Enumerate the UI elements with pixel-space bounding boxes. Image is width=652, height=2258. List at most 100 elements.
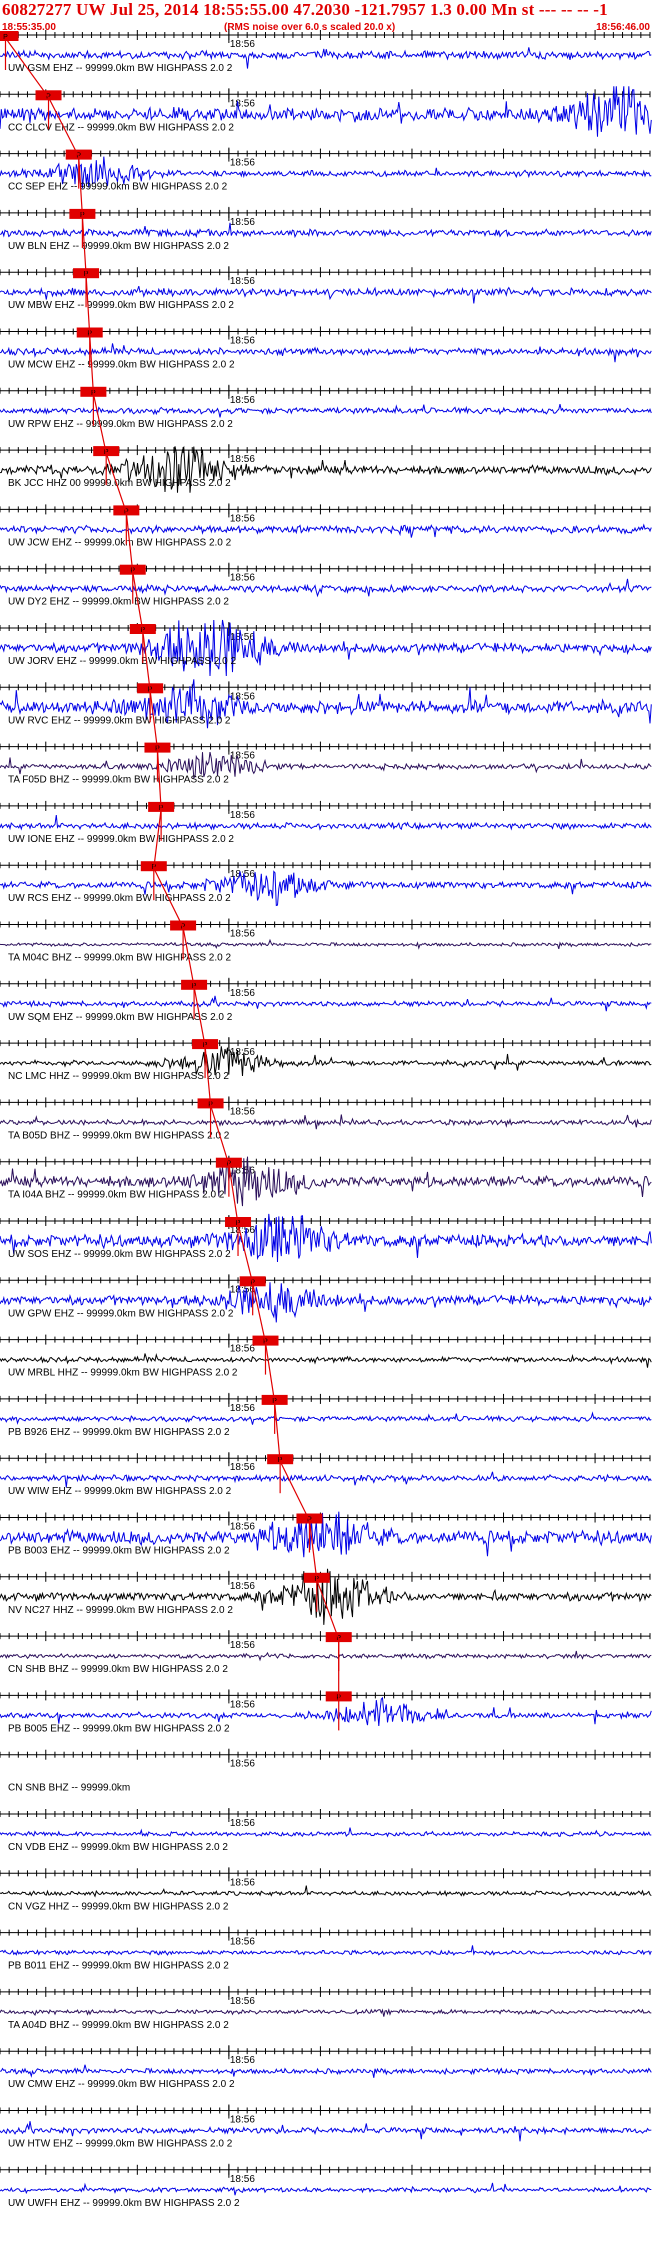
trace-25: 18:56 PB B003 EHZ -- 99999.0km BW HIGHPAS… bbox=[0, 1511, 652, 1558]
minute-tick-label: 18:56 bbox=[230, 2055, 255, 2066]
trace-9: 18:56 UW DY2 EHZ -- 99999.0km BW HIGHPASS… bbox=[0, 562, 652, 608]
minute-tick-label: 18:56 bbox=[230, 217, 255, 228]
waveform bbox=[0, 2008, 652, 2017]
waveform bbox=[0, 1411, 652, 1425]
waveform bbox=[0, 1114, 652, 1130]
waveform bbox=[0, 222, 652, 239]
channel-label: UW HTW EHZ -- 99999.0km BW HIGHPASS 2.0 … bbox=[8, 2139, 233, 2150]
minute-tick-label: 18:56 bbox=[230, 1462, 255, 1473]
minute-tick-label: 18:56 bbox=[230, 98, 255, 109]
trace-3: 18:56 UW BLN EHZ -- 99999.0km BW HIGHPASS… bbox=[0, 206, 652, 252]
channel-label: PB B011 EHZ -- 99999.0km BW HIGHPASS 2.0… bbox=[8, 1961, 229, 1972]
minute-tick-label: 18:56 bbox=[230, 39, 255, 50]
waveform bbox=[0, 1945, 652, 1956]
minute-tick-label: 18:56 bbox=[230, 513, 255, 524]
trace-33: 18:56 TA A04D BHZ -- 99999.0km BW HIGHPAS… bbox=[0, 1985, 652, 2031]
minute-tick-label: 18:56 bbox=[230, 1818, 255, 1829]
trace-36: 18:56 UW UWFH EHZ -- 99999.0km BW HIGHPAS… bbox=[0, 2163, 652, 2209]
channel-label: CN SNB BHZ -- 99999.0km bbox=[8, 1783, 130, 1794]
minute-tick-label: 18:56 bbox=[230, 454, 255, 465]
minute-tick-label: 18:56 bbox=[230, 691, 255, 702]
trace-21: 18:56UW GPW EHZ -- 99999.0km BW HIGHPASS… bbox=[0, 1274, 652, 1323]
channel-label: UW WIW EHZ -- 99999.0km BW HIGHPASS 2.0 … bbox=[8, 1486, 232, 1497]
channel-label: TA M04C BHZ -- 99999.0km BW HIGHPASS 2.0… bbox=[8, 953, 231, 964]
trace-35: 18:56 UW HTW EHZ -- 99999.0km BW HIGHPASS… bbox=[0, 2104, 652, 2150]
channel-label: CN VGZ HHZ -- 99999.0km BW HIGHPASS 2.0 … bbox=[8, 1901, 229, 1912]
minute-tick-label: 18:56 bbox=[230, 158, 255, 169]
trace-2: 18:56 CC SEP EHZ -- 99999.0km BW HIGHPASS… bbox=[0, 147, 652, 193]
channel-label: TA A04D BHZ -- 99999.0km BW HIGHPASS 2.0… bbox=[8, 2020, 229, 2031]
minute-tick-label: 18:56 bbox=[230, 1581, 255, 1592]
trace-19: 18:56TA I04A BHZ -- 99999.0km BW HIGHPAS… bbox=[0, 1155, 652, 1207]
minute-tick-label: 18:56 bbox=[230, 276, 255, 287]
minute-tick-label: 18:56 bbox=[230, 810, 255, 821]
trace-29: 18:56 CN SNB BHZ -- 99999.0km bbox=[0, 1748, 651, 1794]
channel-label: PB B005 EHZ -- 99999.0km BW HIGHPASS 2.0… bbox=[8, 1723, 230, 1734]
channel-label: CN VDB EHZ -- 99999.0km BW HIGHPASS 2.0 … bbox=[8, 1842, 228, 1853]
trace-4: 18:56 UW MBW EHZ -- 99999.0km BW HIGHPASS… bbox=[0, 266, 652, 311]
minute-tick-label: 18:56 bbox=[230, 1699, 255, 1710]
channel-label: UW DY2 EHZ -- 99999.0km BW HIGHPASS 2.0 … bbox=[8, 597, 229, 608]
waveform bbox=[0, 938, 652, 950]
trace-8: 18:56 UW JCW EHZ -- 99999.0km BW HIGHPASS… bbox=[0, 503, 652, 548]
minute-tick-label: 18:56 bbox=[230, 1344, 255, 1355]
channel-label: UW RVC EHZ -- 99999.0km BW HIGHPASS 2.0 … bbox=[8, 715, 231, 726]
channel-label: UW MCW EHZ -- 99999.0km BW HIGHPASS 2.0 … bbox=[8, 360, 235, 371]
channel-label: TA F05D BHZ -- 99999.0km BW HIGHPASS 2.0… bbox=[8, 775, 229, 786]
trace-16: 18:56UW SQM EHZ -- 99999.0km BW HIGHPASS… bbox=[0, 977, 652, 1023]
trace-12: 18:56 TA F05D BHZ -- 99999.0km BW HIGHPAS… bbox=[0, 740, 652, 786]
trace-26: 18:56 NV NC27 HHZ -- 99999.0km BW HIGHPAS… bbox=[0, 1568, 652, 1625]
channel-label: BK JCC HHZ 00 99999.0km BW HIGHPASS 2.0 … bbox=[8, 478, 231, 489]
moveout-line bbox=[5, 37, 340, 1699]
minute-tick-label: 18:56 bbox=[230, 1937, 255, 1948]
trace-13: 18:56 UW IONE EHZ -- 99999.0km BW HIGHPAS… bbox=[0, 799, 652, 845]
channel-label: PB B003 EHZ -- 99999.0km BW HIGHPASS 2.0… bbox=[8, 1546, 230, 1557]
minute-tick-label: 18:56 bbox=[230, 1996, 255, 2007]
trace-27: 18:56 CN SHB BHZ -- 99999.0km BW HIGHPASS… bbox=[0, 1630, 652, 1675]
channel-label: CN SHB BHZ -- 99999.0km BW HIGHPASS 2.0 … bbox=[8, 1664, 228, 1675]
channel-label: UW BLN EHZ -- 99999.0km BW HIGHPASS 2.0 … bbox=[8, 241, 229, 252]
channel-label: UW GSM EHZ -- 99999.0km BW HIGHPASS 2.0 … bbox=[8, 63, 233, 74]
channel-label: NV NC27 HHZ -- 99999.0km BW HIGHPASS 2.0… bbox=[8, 1605, 233, 1616]
minute-tick-label: 18:56 bbox=[230, 1759, 255, 1770]
channel-label: UW UWFH EHZ -- 99999.0km BW HIGHPASS 2.0… bbox=[8, 2198, 240, 2209]
channel-label: PB B926 EHZ -- 99999.0km BW HIGHPASS 2.0… bbox=[8, 1427, 230, 1438]
channel-label: UW RCS EHZ -- 99999.0km BW HIGHPASS 2.0 … bbox=[8, 893, 231, 904]
trace-18: 18:56 TA B05D BHZ -- 99999.0km BW HIGHPAS… bbox=[0, 1096, 652, 1141]
trace-0: 18:56 UW GSM EHZ -- 99999.0km BW HIGHPASS… bbox=[0, 29, 652, 74]
minute-tick-label: 18:56 bbox=[230, 751, 255, 762]
minute-tick-label: 18:56 bbox=[230, 929, 255, 940]
waveform bbox=[0, 1352, 652, 1368]
channel-label: UW MRBL HHZ -- 99999.0km BW HIGHPASS 2.0… bbox=[8, 1368, 238, 1379]
waveform bbox=[0, 578, 652, 598]
waveform bbox=[0, 2182, 652, 2196]
channel-label: CC CLCV EHZ -- 99999.0km BW HIGHPASS 2.0… bbox=[8, 122, 234, 133]
channel-label: UW RPW EHZ -- 99999.0km BW HIGHPASS 2.0 … bbox=[8, 419, 233, 430]
minute-tick-label: 18:56 bbox=[230, 1640, 255, 1651]
trace-20: 18:56UW SOS EHZ -- 99999.0km BW HIGHPASS… bbox=[0, 1213, 652, 1263]
channel-label: NC LMC HHZ -- 99999.0km BW HIGHPASS 2.0 … bbox=[8, 1071, 229, 1082]
trace-31: 18:56 CN VGZ HHZ -- 99999.0km BW HIGHPASS… bbox=[0, 1867, 652, 1912]
channel-label: UW IONE EHZ -- 99999.0km BW HIGHPASS 2.0… bbox=[8, 834, 234, 845]
trace-11: 18:56 UW RVC EHZ -- 99999.0km BW HIGHPASS… bbox=[0, 679, 652, 729]
waveform bbox=[0, 1696, 652, 1727]
trace-1: 18:56 CC CLCV EHZ -- 99999.0km BW HIGHPAS… bbox=[0, 86, 652, 137]
trace-17: 18:56NC LMC HHZ -- 99999.0km BW HIGHPASS… bbox=[0, 1037, 652, 1082]
trace-14: 18:56UW RCS EHZ -- 99999.0km BW HIGHPASS… bbox=[0, 859, 652, 907]
trace-32: 18:56 PB B011 EHZ -- 99999.0km BW HIGHPAS… bbox=[0, 1926, 652, 1972]
waveform bbox=[0, 523, 652, 538]
trace-30: 18:56 CN VDB EHZ -- 99999.0km BW HIGHPASS… bbox=[0, 1808, 652, 1853]
waveform bbox=[0, 1650, 652, 1662]
minute-tick-label: 18:56 bbox=[230, 988, 255, 999]
channel-label: UW MBW EHZ -- 99999.0km BW HIGHPASS 2.0 … bbox=[8, 300, 234, 311]
trace-7: 18:56 BK JCC HHZ 00 99999.0km BW HIGHPASS… bbox=[0, 444, 652, 493]
channel-label: UW CMW EHZ -- 99999.0km BW HIGHPASS 2.0 … bbox=[8, 2079, 235, 2090]
minute-tick-label: 18:56 bbox=[230, 573, 255, 584]
channel-label: UW JCW EHZ -- 99999.0km BW HIGHPASS 2.0 … bbox=[8, 537, 232, 548]
trace-22: 18:56 UW MRBL HHZ -- 99999.0km BW HIGHPAS… bbox=[0, 1333, 652, 1379]
minute-tick-label: 18:56 bbox=[230, 1877, 255, 1888]
minute-tick-label: 18:56 bbox=[230, 1522, 255, 1533]
channel-label: CC SEP EHZ -- 99999.0km BW HIGHPASS 2.0 … bbox=[8, 182, 228, 193]
channel-label: TA B05D BHZ -- 99999.0km BW HIGHPASS 2.0… bbox=[8, 1130, 230, 1141]
waveform bbox=[0, 1885, 652, 1898]
